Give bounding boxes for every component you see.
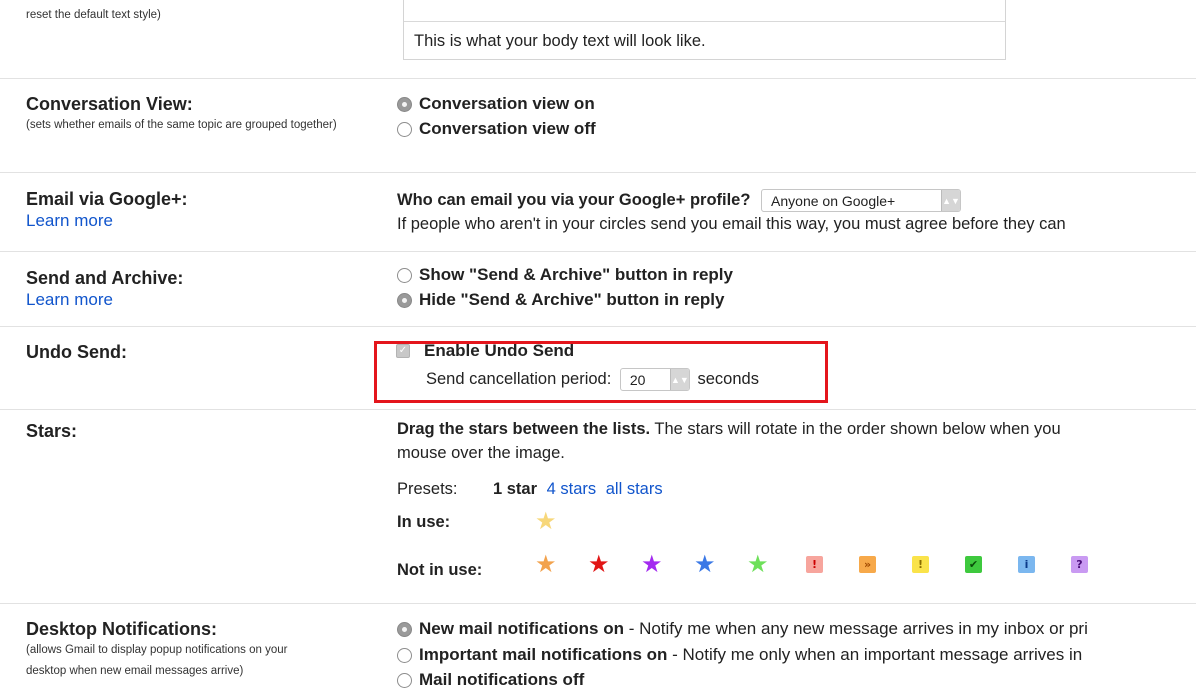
divider [0,326,1196,327]
blue-star-icon[interactable]: ★ [694,551,716,579]
send-archive-learn-more-link[interactable]: Learn more [26,289,356,311]
mail-notifications-off-radio[interactable] [397,672,412,688]
preset-all-stars-link[interactable]: all stars [606,480,663,498]
conversation-view-title: Conversation View: [26,94,193,114]
body-text-preview: This is what your body text will look li… [414,32,706,50]
email-via-gplus-label: Email via Google+: Learn more [26,188,356,232]
undo-send-title: Undo Send: [26,342,127,362]
important-mail-notifications-desc: - Notify me only when an important messa… [667,645,1083,664]
select-arrows-icon: ▲▼ [669,369,689,390]
conversation-view-off-radio[interactable] [397,121,412,137]
preview-divider [404,21,1005,22]
stars-instruction: Drag the stars between the lists. The st… [397,420,1061,439]
important-mail-notifications-radio[interactable] [397,647,412,663]
mail-notifications-off-option[interactable]: Mail notifications off [397,670,584,690]
stars-instruction-rest: The stars will rotate in the order shown… [654,420,1061,438]
conversation-view-on-option[interactable]: Conversation view on [397,94,595,114]
divider [0,251,1196,252]
hide-send-archive-radio[interactable] [397,292,412,308]
gplus-note: If people who aren't in your circles sen… [397,215,1066,233]
desktop-notifications-title: Desktop Notifications: [26,619,218,639]
cancellation-period-label: Send cancellation period: [426,369,612,388]
divider [0,78,1196,79]
divider [0,603,1196,604]
conversation-view-off-option[interactable]: Conversation view off [397,119,596,139]
new-mail-notifications-desc: - Notify me when any new message arrives… [623,619,1088,638]
conversation-view-off-label: Conversation view off [419,119,596,138]
gplus-email-select-value: Anyone on Google+ [771,192,896,209]
not-in-use-label: Not in use: [397,561,483,579]
stars-instruction-line2: mouse over the image. [397,444,565,462]
show-send-archive-label: Show "Send & Archive" button in reply [419,265,733,284]
presets-label: Presets: [397,480,458,498]
gplus-email-select[interactable]: Anyone on Google+ ▲▼ [761,189,962,212]
hide-send-archive-label: Hide "Send & Archive" button in reply [419,290,725,309]
presets-list: 1 star 4 stars all stars [493,480,663,499]
mail-notifications-off-label: Mail notifications off [419,670,585,689]
gplus-question-text: Who can email you via your Google+ profi… [397,190,751,209]
gplus-question: Who can email you via your Google+ profi… [397,189,962,212]
orange-star-icon[interactable]: ★ [535,551,557,579]
stars-instruction-bold: Drag the stars between the lists. [397,420,651,438]
yellow-bang-icon[interactable]: ! [912,556,929,573]
purple-question-icon[interactable]: ? [1071,556,1088,573]
show-send-archive-option[interactable]: Show "Send & Archive" button in reply [397,265,733,285]
conversation-view-on-radio[interactable] [397,96,412,112]
yellow-star-icon[interactable]: ★ [535,508,557,536]
conversation-view-label: Conversation View: (sets whether emails … [26,93,356,136]
red-bang-icon[interactable]: ! [806,556,823,573]
red-star-icon[interactable]: ★ [588,551,610,579]
green-check-icon[interactable]: ✔ [965,556,982,573]
hide-send-archive-option[interactable]: Hide "Send & Archive" button in reply [397,290,724,310]
text-style-desc: reset the default text style) [26,9,161,21]
purple-star-icon[interactable]: ★ [641,551,663,579]
divider [0,409,1196,410]
divider [0,172,1196,173]
in-use-label: In use: [397,513,451,531]
desktop-notifications-label: Desktop Notifications: (allows Gmail to … [26,618,356,682]
desktop-notifications-desc: (allows Gmail to display popup notificat… [26,644,288,677]
conversation-view-on-label: Conversation view on [419,94,595,113]
orange-guillemet-icon[interactable]: » [859,556,876,573]
email-via-gplus-title: Email via Google+: [26,189,188,209]
enable-undo-send-option[interactable]: ✓ Enable Undo Send [396,341,574,361]
important-mail-notifications-label: Important mail notifications on [419,645,668,664]
text-style-preview-box: This is what your body text will look li… [403,0,1006,60]
cancellation-period-value: 20 [629,371,646,388]
blue-info-icon[interactable]: i [1018,556,1035,573]
cancellation-period-unit: seconds [697,369,759,388]
new-mail-notifications-radio[interactable] [397,621,412,637]
undo-send-label: Undo Send: [26,341,356,363]
send-archive-title: Send and Archive: [26,268,184,288]
new-mail-notifications-option[interactable]: New mail notifications on - Notify me wh… [397,619,1088,639]
preset-4-stars-link[interactable]: 4 stars [547,480,597,498]
new-mail-notifications-label: New mail notifications on [419,619,624,638]
send-archive-label: Send and Archive: Learn more [26,267,356,311]
enable-undo-send-label: Enable Undo Send [424,341,575,360]
stars-title: Stars: [26,421,78,441]
preset-1-star[interactable]: 1 star [493,480,537,498]
enable-undo-send-checkbox[interactable]: ✓ [396,344,410,358]
cancellation-period-row: Send cancellation period: 20 ▲▼ seconds [426,368,759,391]
show-send-archive-radio[interactable] [397,267,412,283]
select-arrows-icon: ▲▼ [941,190,961,211]
conversation-view-desc: (sets whether emails of the same topic a… [26,119,337,131]
green-star-icon[interactable]: ★ [747,551,769,579]
email-via-gplus-learn-more-link[interactable]: Learn more [26,210,356,232]
stars-label: Stars: [26,420,356,442]
important-mail-notifications-option[interactable]: Important mail notifications on - Notify… [397,645,1082,665]
cancellation-period-select[interactable]: 20 ▲▼ [619,368,690,391]
